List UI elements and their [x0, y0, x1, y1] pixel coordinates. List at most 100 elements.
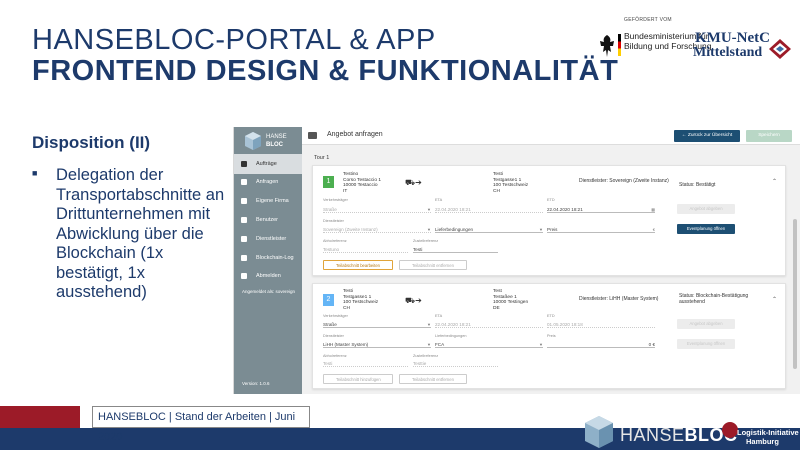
field-value: Straße [323, 207, 337, 212]
add-section-button[interactable]: Teilabschnitt hinzufügen [323, 374, 393, 384]
address-line: 100 Testschweiz [493, 183, 529, 188]
sidebar-item-label: Aufträge [256, 161, 277, 167]
field-label: Verkehrsträger [323, 314, 348, 318]
remove-section-button[interactable]: Teilabschnitt entfernen [399, 260, 467, 270]
slide-title-line2: FRONTEND DESIGN & FUNKTIONALITÄT [32, 55, 619, 87]
app-logo: HANSE BLOC [242, 131, 297, 153]
delivery-reference-input[interactable]: Testi [413, 246, 498, 253]
li-line2: Hamburg [746, 437, 779, 446]
address-line: CH [493, 188, 500, 194]
eagle-icon [600, 35, 614, 57]
eta-input[interactable]: 22.04.2020 18:21 [435, 321, 543, 328]
section-card-1: 1 Testino Corso Testaccio 1 10000 Testac… [312, 165, 786, 276]
delivery-terms-select[interactable]: FCA ▼ [435, 341, 543, 348]
address-line: IT [343, 188, 348, 194]
field-label: ETD [547, 198, 555, 202]
address-line: 10000 Testingen [493, 300, 529, 305]
sidebar-item-eigene-firma[interactable]: Eigene Firma [234, 191, 302, 211]
sidebar-item-label: Dienstleister [256, 236, 287, 242]
origin-address: Testi Testgasse1 1 100 Testschweiz CH [343, 289, 378, 311]
truck-icon [308, 132, 317, 139]
chevron-up-icon[interactable]: ⌃ [772, 296, 777, 303]
inbox-icon [241, 179, 247, 185]
sponsor-small-label: GEFÖRDERT VOM [624, 17, 672, 23]
chevron-down-icon: ▼ [539, 342, 543, 347]
slide-title-line1: HANSEBLOC-PORTAL & APP [32, 24, 436, 56]
field-value: FCA [435, 342, 445, 347]
german-flag-icon [618, 34, 621, 56]
field-value: Sovereign (Zweite Instanz) [323, 227, 378, 232]
building-icon [241, 198, 247, 204]
logo-text-light: HANSE [620, 425, 685, 445]
chevron-down-icon: ▼ [427, 322, 431, 327]
field-value: Preis [547, 227, 558, 232]
calendar-icon: ▦ [651, 207, 655, 212]
sidebar-item-label: Benutzer [256, 217, 279, 223]
transport-mode-select[interactable]: Straße ▼ [323, 206, 431, 213]
li-circle-icon [722, 422, 738, 438]
remove-section-button[interactable]: Teilabschnitt entfernen [399, 374, 467, 384]
etd-input[interactable]: 01.05.2020 18:18 [547, 321, 655, 328]
edit-section-button[interactable]: Teilabschnitt bearbeiten [323, 260, 393, 270]
status-text: Status: Bestätigt [679, 182, 716, 188]
eta-input[interactable]: 22.04.2020 18:21 [435, 206, 543, 213]
pickup-reference-input[interactable]: Testi [323, 360, 408, 367]
cube-icon [585, 416, 613, 448]
scrollbar[interactable] [793, 219, 797, 369]
diamond-icon [769, 39, 791, 59]
status-text: Status: Blockchain-Bestätigung ausstehen… [679, 293, 749, 305]
sidebar-item-blockchain-log[interactable]: Blockchain-Log [234, 248, 302, 268]
price-input[interactable]: Preis € [547, 226, 655, 233]
sidebar-item-anfragen[interactable]: Anfragen [234, 172, 302, 192]
truck-icon [241, 161, 247, 167]
footer-red-bar [0, 406, 80, 428]
sidebar: HANSE BLOC Aufträge Anfragen Eigene Firm… [234, 127, 302, 394]
chain-icon [241, 255, 247, 261]
sidebar-item-dienstleister[interactable]: Dienstleister [234, 229, 302, 249]
make-offer-button[interactable]: Angebot abgeben [677, 204, 735, 214]
event-planning-button[interactable]: Eventplanung öffnen [677, 224, 735, 234]
app-header: Angebot anfragen ← Zurück zur Übersicht … [302, 127, 800, 145]
field-label: Abholreferenz [323, 239, 347, 243]
field-value: 22.04.2020 18:21 [547, 207, 583, 212]
chevron-up-icon[interactable]: ⌃ [772, 178, 777, 185]
footer-text: HANSEBLOC | Stand der Arbeiten | Juni 20… [92, 406, 310, 443]
save-button[interactable]: Speichern [746, 130, 792, 142]
field-label: ETA [435, 314, 443, 318]
section-number: 2 [323, 294, 334, 306]
bullet-text: Delegation der Transportabschnitte an Dr… [56, 166, 225, 301]
field-label: Zustellreferenz [413, 239, 439, 243]
app-logo-line2: BLOC [266, 142, 283, 148]
back-to-overview-button[interactable]: ← Zurück zur Übersicht [674, 130, 740, 142]
address-line: 100 Testschweiz [343, 300, 379, 305]
field-value: Lieferbedingungen [435, 227, 474, 232]
price-input[interactable]: 0 € [547, 341, 655, 348]
page-title: Angebot anfragen [327, 131, 383, 138]
sidebar-item-auftraege[interactable]: Aufträge [234, 154, 302, 174]
origin-address: Testino Corso Testaccio 1 10000 Testacci… [343, 172, 381, 194]
button-label: Teilabschnitt entfernen [412, 377, 454, 382]
pickup-reference-input[interactable]: Testuno [323, 246, 408, 253]
app-logo-line1: HANSE [266, 134, 287, 140]
truck-arrow-icon: ⛟➔ [405, 296, 422, 305]
provider-select[interactable]: LiHH (Master System) ▼ [323, 341, 431, 348]
delivery-terms-select[interactable]: Lieferbedingungen ▼ [435, 226, 543, 233]
etd-input[interactable]: 22.04.2020 18:21 ▦ [547, 206, 655, 213]
section-number: 1 [323, 176, 334, 188]
destination-address: Test Testaßee 1 10000 Testingen DE [493, 289, 528, 311]
field-label: Dienstleister [323, 219, 344, 223]
sidebar-item-abmelden[interactable]: Abmelden [234, 266, 302, 286]
field-label: ETD [547, 314, 555, 318]
make-offer-button[interactable]: Angebot abgeben [677, 319, 735, 329]
event-planning-button[interactable]: Eventplanung öffnen [677, 339, 735, 349]
sidebar-item-benutzer[interactable]: Benutzer [234, 210, 302, 230]
delivery-reference-input[interactable]: Testtie [413, 360, 498, 367]
app-screenshot: HANSE BLOC Aufträge Anfragen Eigene Firm… [233, 127, 800, 394]
sidebar-item-label: Anfragen [256, 179, 279, 185]
hansebloc-logo: HANSEBLOC [584, 415, 737, 450]
logout-icon [241, 273, 247, 279]
provider-select[interactable]: Sovereign (Zweite Instanz) ▼ [323, 226, 431, 233]
transport-mode-select[interactable]: Straße ▼ [323, 321, 431, 328]
sidebar-item-label: Abmelden [256, 273, 281, 279]
tour-label: Tour 1 [314, 155, 330, 161]
